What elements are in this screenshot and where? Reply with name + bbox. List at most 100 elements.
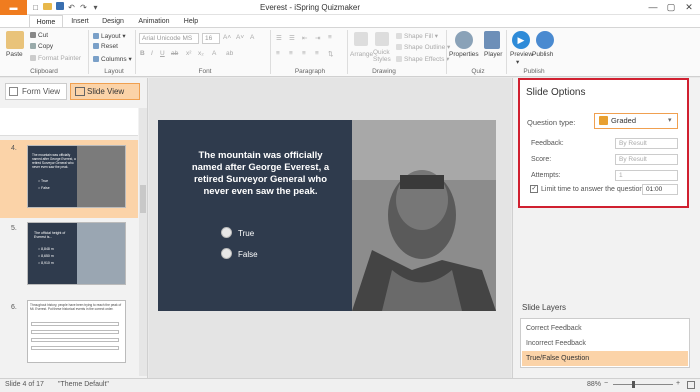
undo-icon[interactable]: ↶ xyxy=(66,2,77,13)
quick-styles-icon xyxy=(375,32,389,46)
preview-button[interactable]: Preview xyxy=(510,51,533,58)
italic-icon[interactable]: I xyxy=(151,50,153,57)
thumbnail-number: 6. xyxy=(11,304,17,311)
ribbon-divider xyxy=(446,30,447,74)
answer-true[interactable]: True xyxy=(238,229,254,238)
zoom-level: 88% xyxy=(587,381,602,388)
indent-increase-icon[interactable]: ⇥ xyxy=(315,34,320,42)
document-icon[interactable]: □ xyxy=(30,2,41,13)
answer-false[interactable]: False xyxy=(238,250,258,259)
publish-button[interactable]: Publish xyxy=(532,51,553,58)
layer-true-false-question[interactable]: True/False Question xyxy=(522,351,688,366)
radio-true[interactable] xyxy=(221,227,232,238)
properties-button[interactable]: Properties xyxy=(449,51,479,58)
copy-icon xyxy=(30,43,36,50)
redo-icon[interactable]: ↷ xyxy=(78,2,89,13)
limit-time-label: Limit time to answer the question: xyxy=(541,186,646,193)
slide-options-title: Slide Options xyxy=(526,87,586,98)
align-center-icon[interactable]: ≡ xyxy=(289,50,293,57)
save-icon[interactable] xyxy=(54,2,65,13)
slide-photo[interactable] xyxy=(352,120,496,311)
scissors-icon xyxy=(30,32,36,39)
zoom-slider-thumb[interactable] xyxy=(632,381,635,388)
shape-fill-button[interactable]: Shape Fill ▾ xyxy=(396,32,438,40)
close-button[interactable]: ✕ xyxy=(682,1,696,14)
zoom-slider[interactable] xyxy=(613,384,673,385)
slide-layers-title: Slide Layers xyxy=(522,303,567,312)
minimize-button[interactable]: — xyxy=(646,1,660,14)
text-direction-icon[interactable]: ⇅ xyxy=(328,50,333,58)
shape-effects-icon xyxy=(396,56,402,63)
thumbnail-prev[interactable] xyxy=(0,108,138,136)
quick-styles-button[interactable]: Quick Styles xyxy=(373,49,395,63)
strikethrough-icon[interactable]: ab xyxy=(171,50,178,57)
arrange-icon xyxy=(354,32,368,46)
grow-font-icon[interactable]: A˄ xyxy=(223,34,231,41)
copy-button[interactable]: Copy xyxy=(30,43,53,50)
font-size-select[interactable]: 16 xyxy=(202,33,220,44)
shrink-font-icon[interactable]: A˅ xyxy=(236,34,244,41)
bullets-icon[interactable]: ☰ xyxy=(276,34,282,42)
align-left-icon[interactable]: ≡ xyxy=(276,50,280,57)
thumbnail-number: 4. xyxy=(11,145,17,152)
fit-to-window-icon[interactable] xyxy=(687,381,695,389)
paragraph-group-label: Paragraph xyxy=(294,68,326,75)
numbering-icon[interactable]: ☰ xyxy=(289,34,295,42)
player-button[interactable]: Player xyxy=(484,51,502,58)
quiz-group-label: Quiz xyxy=(471,68,485,75)
limit-time-checkbox[interactable]: ✓ xyxy=(530,185,538,193)
feedback-select[interactable]: By Result xyxy=(615,138,678,149)
arrange-button[interactable]: Arrange xyxy=(350,51,373,58)
form-view-icon xyxy=(9,87,18,96)
question-type-label: Question type: xyxy=(527,118,576,127)
layer-correct-feedback[interactable]: Correct Feedback xyxy=(522,321,688,336)
layout-button[interactable]: Layout ▾ xyxy=(93,32,126,40)
superscript-icon[interactable]: x² xyxy=(186,50,191,57)
radio-false[interactable] xyxy=(221,248,232,259)
bold-icon[interactable]: B xyxy=(140,50,145,57)
clear-format-icon[interactable]: A xyxy=(250,34,254,41)
align-right-icon[interactable]: ≡ xyxy=(302,50,306,57)
shape-effects-button[interactable]: Shape Effects ▾ xyxy=(396,55,449,63)
slides-scrollbar[interactable] xyxy=(139,108,147,376)
format-painter-button[interactable]: Format Painter xyxy=(30,55,81,62)
question-text[interactable]: The mountain was officially named after … xyxy=(188,150,333,198)
copy-label: Copy xyxy=(38,43,54,50)
score-select[interactable]: By Result xyxy=(615,154,678,165)
underline-icon[interactable]: U xyxy=(160,50,165,57)
clipboard-group-label: Clipboard xyxy=(30,68,58,75)
reset-label: Reset xyxy=(101,43,118,50)
shape-effects-label: Shape Effects xyxy=(404,56,445,63)
font-name-select[interactable]: Arial Unicode MS xyxy=(139,33,199,44)
gear-icon xyxy=(455,31,473,49)
slide-view-icon xyxy=(75,87,85,96)
portrait-photo xyxy=(352,120,496,311)
line-spacing-icon[interactable]: ≡ xyxy=(328,34,332,41)
justify-icon[interactable]: ≡ xyxy=(315,50,319,57)
thumbnail-text: Throughout history, people have been try… xyxy=(30,303,122,311)
preview-dropdown-icon[interactable]: ▾ xyxy=(516,58,519,66)
thumbnail-sequence-item xyxy=(31,330,119,334)
columns-button[interactable]: Columns ▾ xyxy=(93,55,132,63)
subscript-icon[interactable]: x₂ xyxy=(198,50,204,57)
paste-button[interactable]: Paste xyxy=(6,51,23,58)
thumbnail-option-text: 8,848 m xyxy=(41,247,54,251)
folder-icon[interactable] xyxy=(42,2,53,13)
cut-button[interactable]: Cut xyxy=(30,32,48,39)
reset-button[interactable]: Reset xyxy=(93,43,118,50)
highlight-icon[interactable]: ab xyxy=(226,50,233,57)
chevron-down-icon[interactable]: ▾ xyxy=(90,2,101,13)
shape-outline-button[interactable]: Shape Outline ▾ xyxy=(396,43,450,51)
slides-scrollbar-thumb[interactable] xyxy=(140,185,146,213)
layer-incorrect-feedback[interactable]: Incorrect Feedback xyxy=(522,336,688,351)
attempts-select[interactable]: 1 xyxy=(615,170,678,181)
limit-time-input[interactable]: 01:00 xyxy=(642,184,678,195)
thumbnail-text: The mountain was officially named after … xyxy=(32,153,76,169)
zoom-out-icon[interactable]: − xyxy=(604,380,608,387)
file-menu-button[interactable]: ▬ xyxy=(0,0,27,15)
zoom-in-icon[interactable]: + xyxy=(676,380,680,387)
indent-decrease-icon[interactable]: ⇤ xyxy=(302,34,307,42)
maximize-button[interactable]: ▢ xyxy=(664,1,678,14)
font-color-icon[interactable]: A xyxy=(212,50,216,57)
shape-fill-label: Shape Fill xyxy=(404,33,433,40)
